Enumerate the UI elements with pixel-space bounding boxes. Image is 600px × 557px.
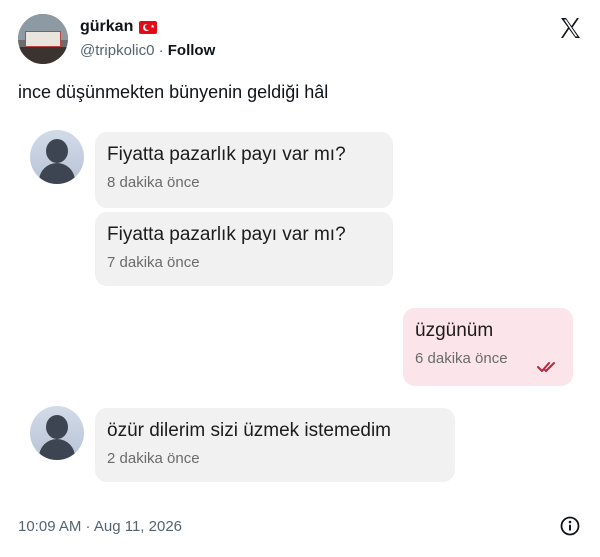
message-time: 7 dakika önce [107,254,200,271]
author-avatar[interactable] [18,14,68,64]
info-icon[interactable] [560,516,580,536]
tweet-header: gürkan ★ @tripkolic0 · Follow [18,14,584,66]
follow-button[interactable]: Follow [168,42,216,59]
message-text: Fiyatta pazarlık payı var mı? [107,224,346,245]
message-time: 2 dakika önce [107,450,200,467]
contact-avatar [30,406,84,460]
author-name[interactable]: gürkan [80,18,133,36]
message-bubble-sent: üzgünüm 6 dakika önce [403,308,573,386]
message-bubble-received: Fiyatta pazarlık payı var mı? 7 dakika ö… [95,212,393,286]
double-check-icon [537,362,555,372]
author-name-row: gürkan ★ [80,18,158,36]
message-bubble-received: Fiyatta pazarlık payı var mı? 8 dakika ö… [95,132,393,208]
message-bubble-received: özür dilerim sizi üzmek istemedim 2 daki… [95,408,455,482]
message-text: üzgünüm [415,320,494,341]
x-logo-icon[interactable] [558,16,582,40]
message-time: 8 dakika önce [107,174,200,191]
turkey-flag-icon: ★ [139,20,158,34]
message-text: Fiyatta pazarlık payı var mı? [107,144,346,165]
message-text: özür dilerim sizi üzmek istemedim [107,420,392,441]
tweet-timestamp[interactable]: 10:09 AM · Aug 11, 2026 [18,518,182,535]
chat-screenshot: Fiyatta pazarlık payı var mı? 8 dakika ö… [20,118,580,488]
contact-avatar [30,130,84,184]
author-handle-row: @tripkolic0 · Follow [80,42,215,59]
author-handle[interactable]: @tripkolic0 [80,42,154,59]
separator: · [158,42,164,59]
tweet-text: ince düşünmekten bünyenin geldiği hâl [18,82,329,102]
